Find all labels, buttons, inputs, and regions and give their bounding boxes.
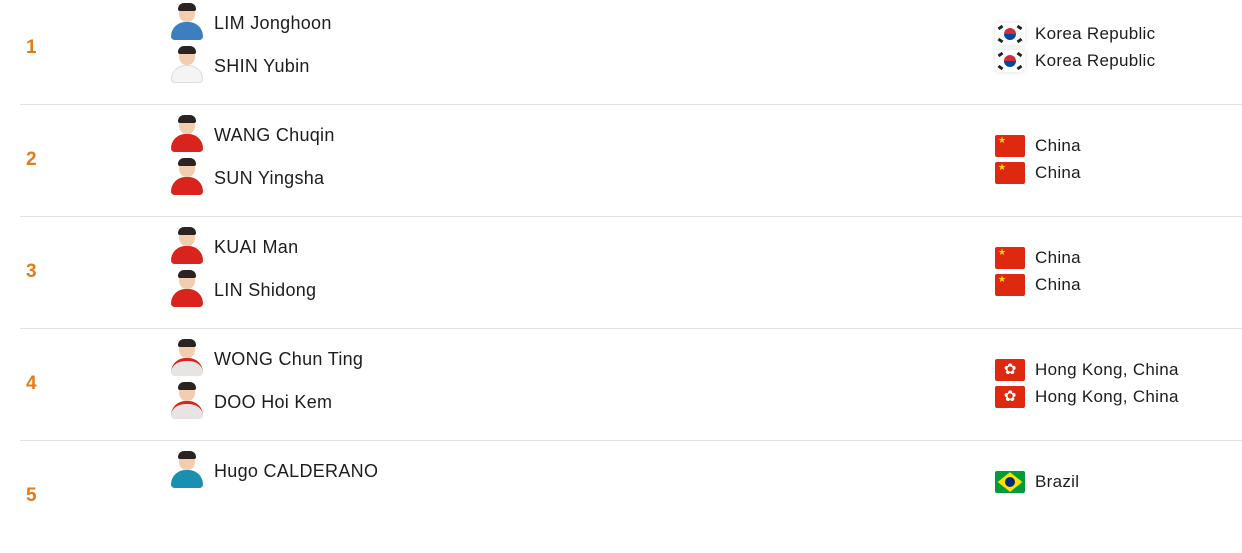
hong-kong-flag-icon: ✿ xyxy=(995,359,1025,381)
rank-number: 4 xyxy=(26,373,37,394)
ranking-row[interactable]: 1 LIM Jonghoon SHIN Yubin Korea Republic xyxy=(20,0,1242,105)
rankings-list: 1 LIM Jonghoon SHIN Yubin Korea Republic xyxy=(20,0,1242,553)
rank-number: 2 xyxy=(26,149,37,170)
player-nation: Brazil xyxy=(995,469,1079,495)
player[interactable]: Hugo CALDERANO xyxy=(170,451,378,491)
rank-number: 3 xyxy=(26,261,37,282)
player-photo-icon xyxy=(170,339,204,378)
player-photo-icon xyxy=(170,115,204,154)
player-nation: Korea Republic xyxy=(995,48,1155,74)
player-name[interactable]: SUN Yingsha xyxy=(214,168,324,189)
country-name: China xyxy=(1035,163,1081,182)
player-photo-icon xyxy=(170,451,204,490)
player-nation: ★ China xyxy=(995,160,1081,186)
player-name[interactable]: LIN Shidong xyxy=(214,280,316,301)
china-flag-icon: ★ xyxy=(995,135,1025,157)
ranking-row[interactable]: 5 Hugo CALDERANO Brazil xyxy=(20,441,1242,553)
player-name[interactable]: KUAI Man xyxy=(214,237,298,258)
player-nation: ★ China xyxy=(995,245,1081,271)
country-name: China xyxy=(1035,275,1081,294)
player[interactable]: LIM Jonghoon xyxy=(170,3,332,43)
korea-flag-icon xyxy=(995,23,1025,45)
player-nation: ✿ Hong Kong, China xyxy=(995,357,1179,383)
player-nation: ✿ Hong Kong, China xyxy=(995,384,1179,410)
korea-flag-icon xyxy=(995,50,1025,72)
brazil-flag-icon xyxy=(995,471,1025,493)
country-name: Brazil xyxy=(1035,472,1080,491)
player-name[interactable]: DOO Hoi Kem xyxy=(214,392,332,413)
country-name: Hong Kong, China xyxy=(1035,387,1179,406)
ranking-row[interactable]: 4 WONG Chun Ting DOO Hoi Kem ✿ Hong Kong… xyxy=(20,329,1242,441)
country-name: Korea Republic xyxy=(1035,51,1156,70)
player[interactable]: WANG Chuqin xyxy=(170,115,335,155)
player-photo-icon xyxy=(170,158,204,197)
country-name: China xyxy=(1035,248,1081,267)
player[interactable]: WONG Chun Ting xyxy=(170,339,363,379)
country-name: Hong Kong, China xyxy=(1035,360,1179,379)
ranking-row[interactable]: 3 KUAI Man LIN Shidong ★ China ★ China xyxy=(20,217,1242,329)
player[interactable]: DOO Hoi Kem xyxy=(170,382,332,422)
player-name[interactable]: SHIN Yubin xyxy=(214,56,310,77)
hong-kong-flag-icon: ✿ xyxy=(995,386,1025,408)
player-name[interactable]: WONG Chun Ting xyxy=(214,349,363,370)
player[interactable]: LIN Shidong xyxy=(170,270,316,310)
china-flag-icon: ★ xyxy=(995,274,1025,296)
player-photo-icon xyxy=(170,270,204,309)
rank-number: 1 xyxy=(26,37,37,58)
player[interactable]: SHIN Yubin xyxy=(170,46,310,86)
player-name[interactable]: LIM Jonghoon xyxy=(214,13,332,34)
player-photo-icon xyxy=(170,227,204,266)
player[interactable]: SUN Yingsha xyxy=(170,158,324,198)
player[interactable]: KUAI Man xyxy=(170,227,298,267)
china-flag-icon: ★ xyxy=(995,162,1025,184)
rank-number: 5 xyxy=(26,485,37,506)
player-photo-icon xyxy=(170,3,204,42)
player-name[interactable]: WANG Chuqin xyxy=(214,125,335,146)
player-nation: Korea Republic xyxy=(995,21,1155,47)
player-photo-icon xyxy=(170,46,204,85)
country-name: Korea Republic xyxy=(1035,24,1156,43)
ranking-row[interactable]: 2 WANG Chuqin SUN Yingsha ★ China ★ Chin… xyxy=(20,105,1242,217)
player-photo-icon xyxy=(170,382,204,421)
player-name[interactable]: Hugo CALDERANO xyxy=(214,461,378,482)
player-nation: ★ China xyxy=(995,133,1081,159)
china-flag-icon: ★ xyxy=(995,247,1025,269)
player-nation: ★ China xyxy=(995,272,1081,298)
country-name: China xyxy=(1035,136,1081,155)
